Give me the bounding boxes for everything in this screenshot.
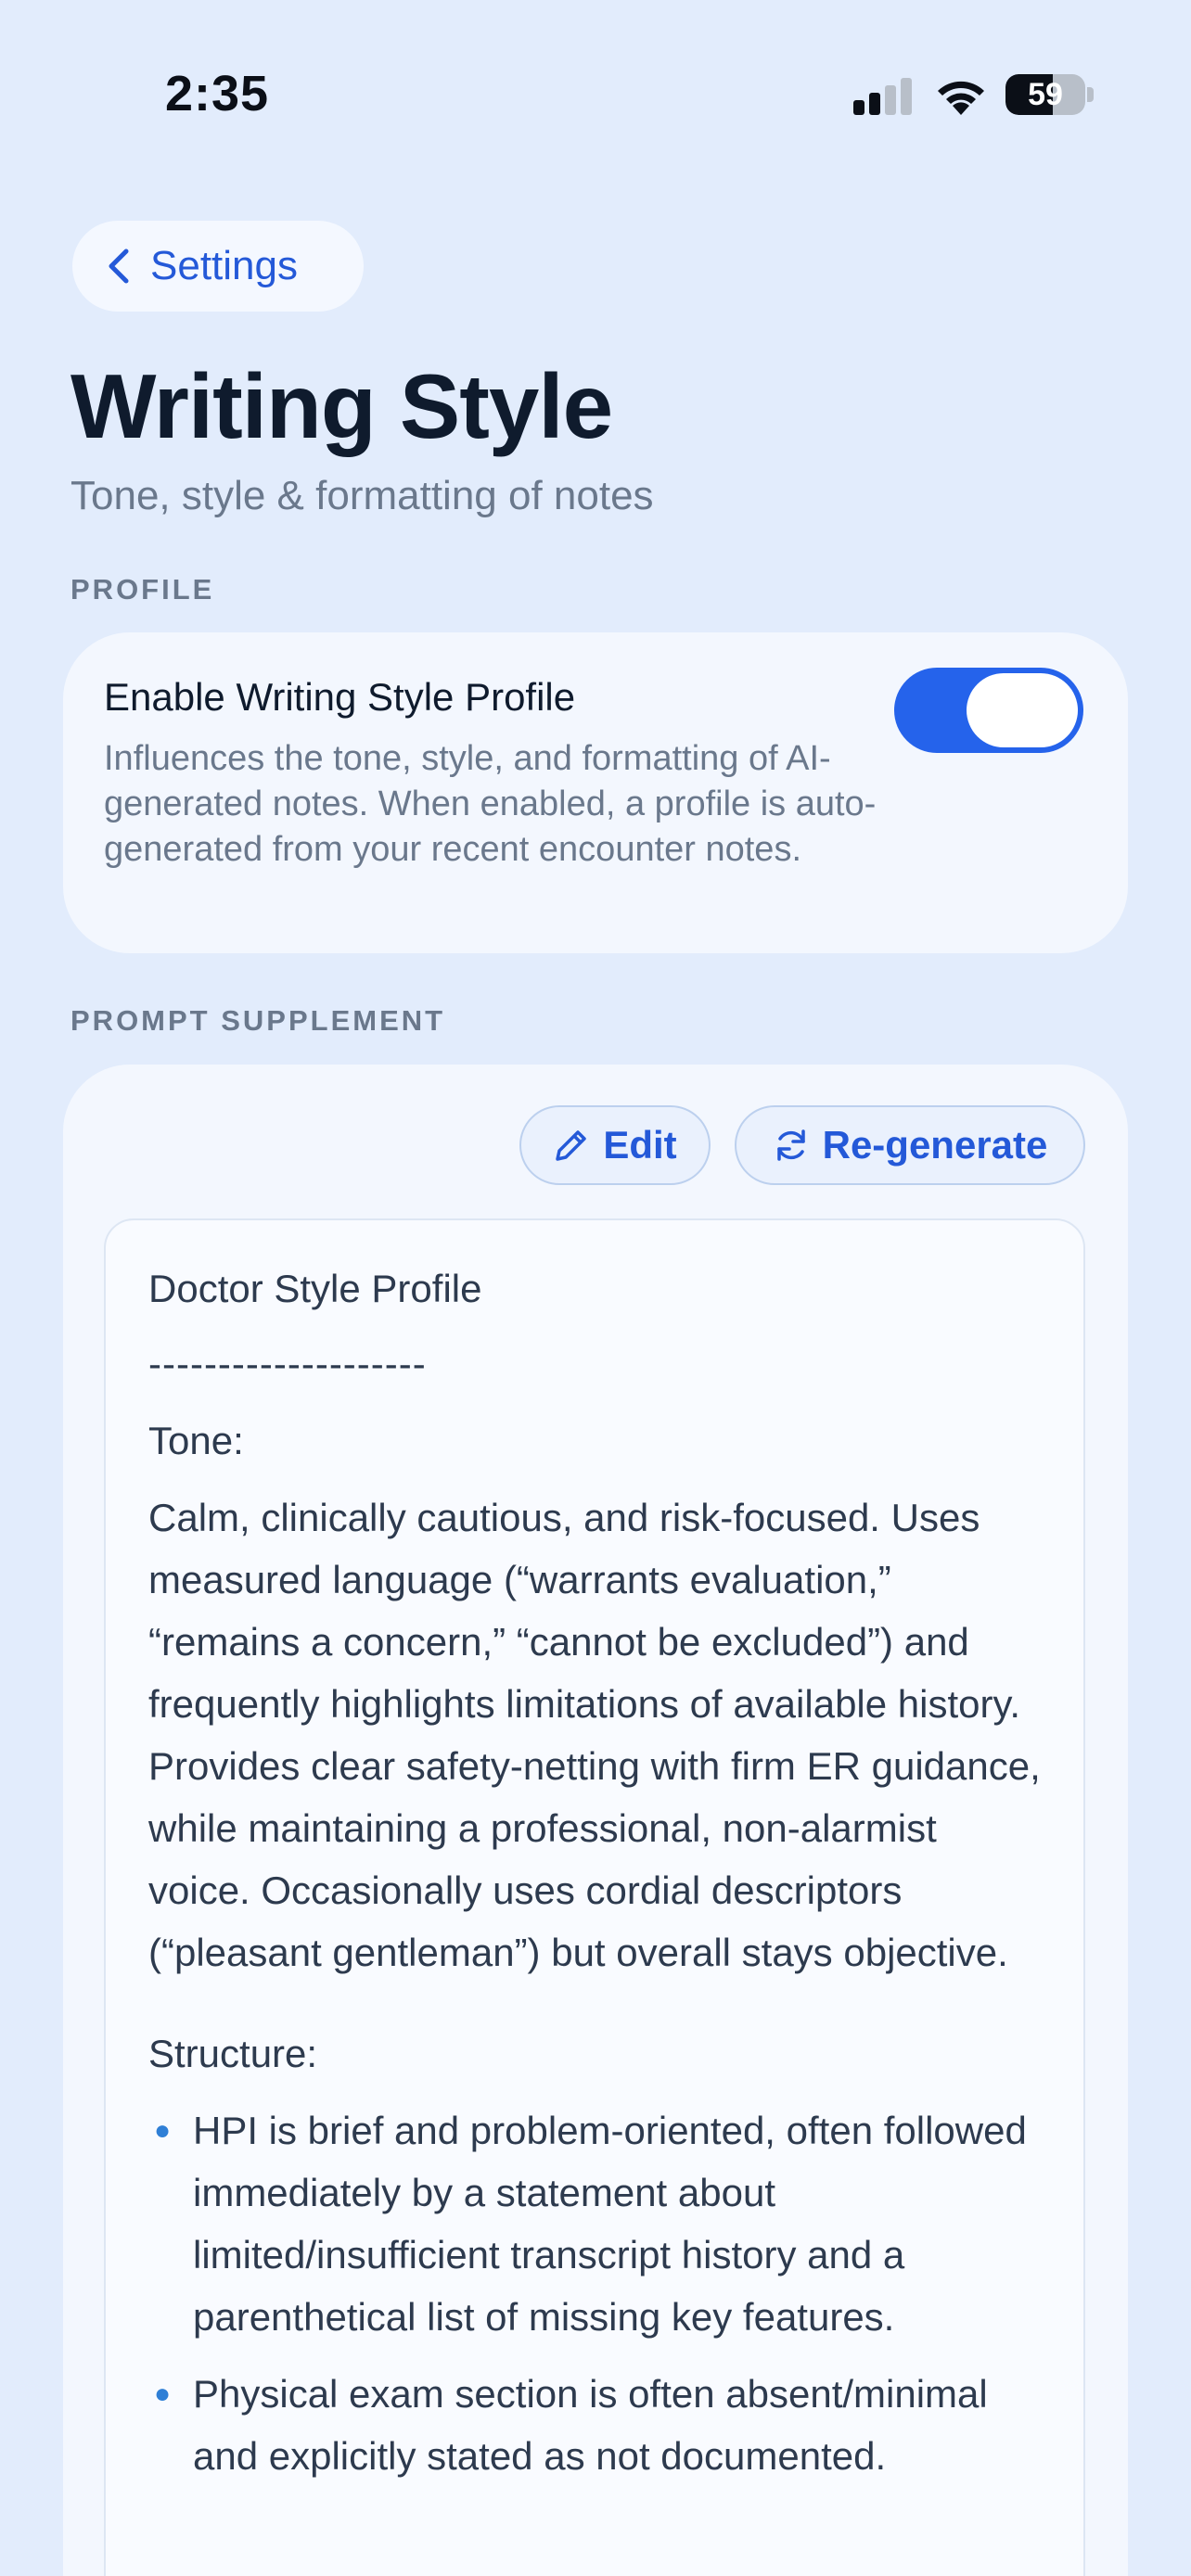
status-time: 2:35	[165, 66, 270, 121]
refresh-icon	[776, 1129, 805, 1161]
enable-profile-toggle[interactable]	[894, 668, 1083, 753]
profile-toggle-title: Enable Writing Style Profile	[104, 675, 576, 719]
status-bar: 2:35 59	[0, 0, 1191, 185]
bullet-icon: ●	[154, 2378, 172, 2409]
writing-style-screen: 2:35 59 Settings Writing Style Tone, sty…	[0, 0, 1191, 2576]
doc-tone-heading: Tone:	[148, 1419, 244, 1462]
regenerate-button-label: Re-generate	[822, 1123, 1048, 1167]
regenerate-button[interactable]: Re-generate	[735, 1105, 1085, 1185]
edit-button-label: Edit	[603, 1123, 677, 1167]
cellular-signal-icon	[853, 78, 913, 115]
list-item: ● Physical exam section is often absent/…	[148, 2363, 1041, 2487]
style-profile-document[interactable]: Doctor Style Profile -------------------…	[104, 1218, 1085, 2576]
doc-structure-list: ● HPI is brief and problem-oriented, oft…	[148, 2099, 1041, 2487]
profile-toggle-description: Influences the tone, style, and formatti…	[104, 739, 877, 869]
battery-cap	[1087, 87, 1094, 102]
back-button-label: Settings	[150, 243, 298, 288]
edit-button[interactable]: Edit	[519, 1105, 711, 1185]
page-subtitle: Tone, style & formatting of notes	[70, 473, 654, 518]
doc-title: Doctor Style Profile	[148, 1267, 482, 1310]
section-label-profile: PROFILE	[70, 573, 215, 606]
chevron-left-icon	[109, 249, 129, 284]
doc-tone-text: Calm, clinically cautious, and risk-focu…	[148, 1496, 1041, 1974]
battery-level: 59	[1028, 76, 1063, 112]
profile-card: Enable Writing Style Profile Influences …	[63, 632, 1128, 953]
toggle-knob	[967, 673, 1078, 747]
doc-divider: --------------------	[148, 1342, 427, 1385]
page-title: Writing Style	[70, 355, 613, 457]
pencil-icon	[556, 1130, 587, 1161]
battery-icon: 59	[1005, 74, 1085, 115]
list-item: ● HPI is brief and problem-oriented, oft…	[148, 2099, 1041, 2348]
list-item-text: HPI is brief and problem-oriented, often…	[193, 2109, 1027, 2339]
doc-structure-heading: Structure:	[148, 2032, 318, 2075]
section-label-prompt-supplement: PROMPT SUPPLEMENT	[70, 1004, 446, 1037]
wifi-icon	[938, 81, 984, 115]
prompt-supplement-card: Edit Re-generate Doctor Style Profile --…	[63, 1065, 1128, 2576]
bullet-icon: ●	[154, 2115, 172, 2146]
list-item-text: Physical exam section is often absent/mi…	[193, 2372, 988, 2478]
back-button[interactable]: Settings	[72, 221, 364, 312]
